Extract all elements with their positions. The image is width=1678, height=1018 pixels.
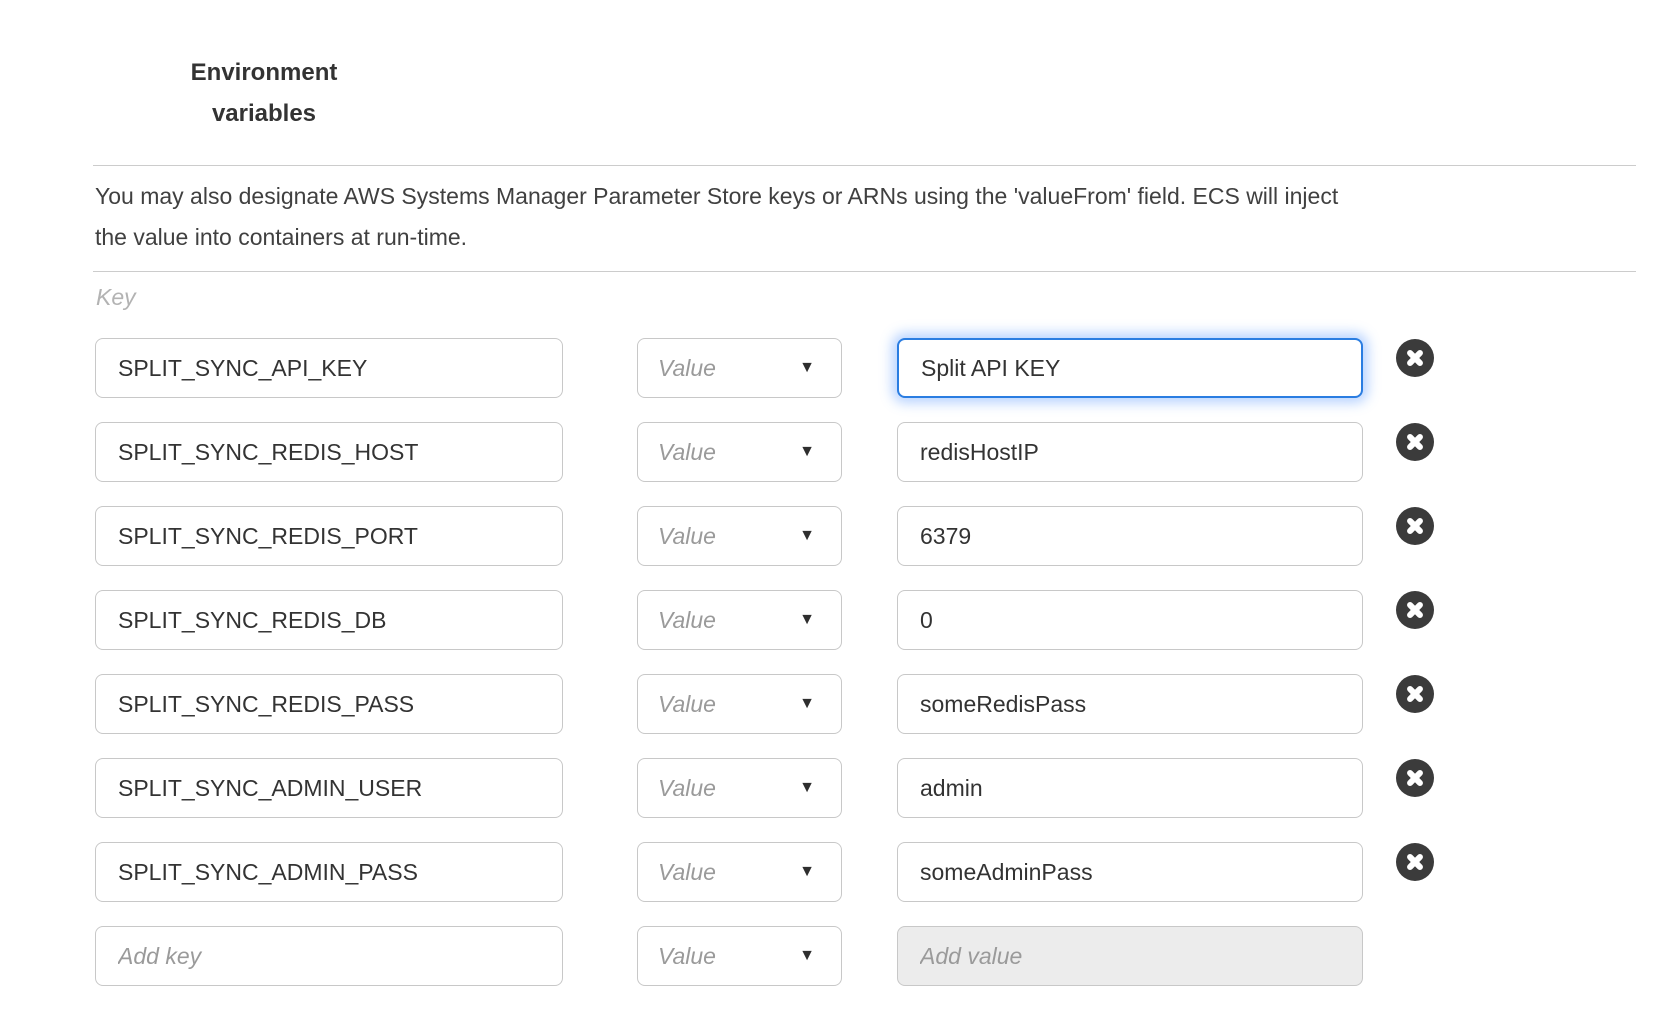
value-type-dropdown[interactable]: Value ▼	[637, 674, 842, 734]
value-type-selected-label: Value	[658, 859, 716, 886]
env-key-input[interactable]	[95, 422, 563, 482]
remove-variable-button[interactable]	[1396, 339, 1434, 377]
env-key-input[interactable]	[95, 506, 563, 566]
value-type-selected-label: Value	[658, 523, 716, 550]
env-key-input[interactable]	[95, 674, 563, 734]
chevron-down-icon: ▼	[799, 444, 815, 460]
remove-variable-button[interactable]	[1396, 591, 1434, 629]
value-type-selected-label: Value	[658, 355, 716, 382]
value-type-dropdown[interactable]: Value ▼	[637, 338, 842, 398]
remove-variable-button[interactable]	[1396, 843, 1434, 881]
env-value-input[interactable]	[897, 422, 1363, 482]
value-type-selected-label: Value	[658, 943, 716, 970]
value-type-selected-label: Value	[658, 775, 716, 802]
environment-variables-label: Environment variables	[90, 52, 438, 134]
remove-variable-button[interactable]	[1396, 759, 1434, 797]
hint-line-1: You may also designate AWS Systems Manag…	[95, 176, 1565, 217]
env-var-row: Value ▼	[95, 422, 1555, 482]
value-type-dropdown[interactable]: Value ▼	[637, 506, 842, 566]
divider-top	[93, 165, 1636, 166]
chevron-down-icon: ▼	[799, 780, 815, 796]
env-value-input[interactable]	[897, 338, 1363, 398]
add-key-input[interactable]	[95, 926, 563, 986]
valuefrom-hint-text: You may also designate AWS Systems Manag…	[95, 176, 1565, 258]
env-key-input[interactable]	[95, 842, 563, 902]
chevron-down-icon: ▼	[799, 864, 815, 880]
value-type-dropdown[interactable]: Value ▼	[637, 422, 842, 482]
close-icon	[1396, 759, 1434, 797]
remove-variable-button[interactable]	[1396, 507, 1434, 545]
close-icon	[1396, 339, 1434, 377]
chevron-down-icon: ▼	[799, 612, 815, 628]
env-value-input[interactable]	[897, 674, 1363, 734]
env-value-input[interactable]	[897, 758, 1363, 818]
env-key-input[interactable]	[95, 338, 563, 398]
divider-mid	[93, 271, 1636, 272]
value-type-selected-label: Value	[658, 607, 716, 634]
close-icon	[1396, 591, 1434, 629]
value-type-selected-label: Value	[658, 691, 716, 718]
label-line-2: variables	[90, 93, 438, 134]
remove-variable-button[interactable]	[1396, 423, 1434, 461]
env-var-row: Value ▼	[95, 338, 1555, 398]
hint-line-2: the value into containers at run-time.	[95, 217, 1565, 258]
close-icon	[1396, 423, 1434, 461]
env-var-row: Value ▼	[95, 674, 1555, 734]
env-var-row: Value ▼	[95, 590, 1555, 650]
env-value-input[interactable]	[897, 506, 1363, 566]
close-icon	[1396, 843, 1434, 881]
add-variable-row: Value ▼	[95, 926, 1555, 986]
environment-variables-section: Environment variables You may also desig…	[0, 0, 1678, 1018]
env-var-rows: Value ▼ Value ▼ Value ▼ Value	[95, 338, 1555, 986]
env-key-input[interactable]	[95, 590, 563, 650]
value-type-dropdown[interactable]: Value ▼	[637, 926, 842, 986]
env-value-input[interactable]	[897, 590, 1363, 650]
add-value-input[interactable]	[897, 926, 1363, 986]
remove-variable-button[interactable]	[1396, 675, 1434, 713]
value-type-dropdown[interactable]: Value ▼	[637, 758, 842, 818]
close-icon	[1396, 507, 1434, 545]
value-type-selected-label: Value	[658, 439, 716, 466]
env-key-input[interactable]	[95, 758, 563, 818]
env-value-input[interactable]	[897, 842, 1363, 902]
label-line-1: Environment	[90, 52, 438, 93]
env-var-row: Value ▼	[95, 758, 1555, 818]
env-var-row: Value ▼	[95, 842, 1555, 902]
chevron-down-icon: ▼	[799, 948, 815, 964]
close-icon	[1396, 675, 1434, 713]
chevron-down-icon: ▼	[799, 360, 815, 376]
value-type-dropdown[interactable]: Value ▼	[637, 842, 842, 902]
chevron-down-icon: ▼	[799, 528, 815, 544]
chevron-down-icon: ▼	[799, 696, 815, 712]
key-column-header: Key	[96, 284, 136, 311]
value-type-dropdown[interactable]: Value ▼	[637, 590, 842, 650]
env-var-row: Value ▼	[95, 506, 1555, 566]
